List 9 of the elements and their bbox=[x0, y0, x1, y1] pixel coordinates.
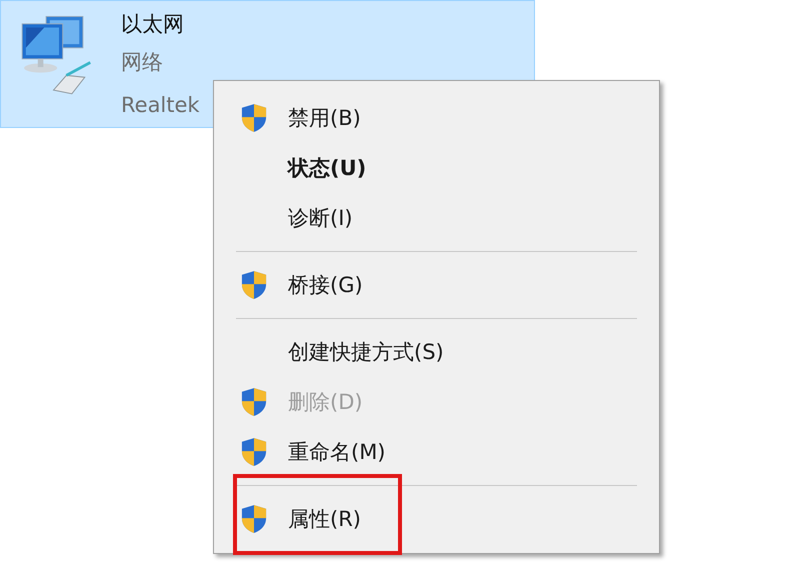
menu-item[interactable]: 诊断(I) bbox=[214, 193, 659, 243]
adapter-name: 以太网 bbox=[121, 11, 185, 38]
network-label: 网络 bbox=[121, 49, 164, 76]
menu-item[interactable]: 创建快捷方式(S) bbox=[214, 327, 659, 377]
menu-item[interactable]: 重命名(M) bbox=[214, 427, 659, 477]
device-label: Realtek bbox=[121, 92, 200, 119]
menu-item[interactable]: 属性(R) bbox=[214, 494, 659, 544]
menu-item[interactable]: 状态(U) bbox=[214, 143, 659, 193]
menu-item[interactable]: 桥接(G) bbox=[214, 260, 659, 310]
